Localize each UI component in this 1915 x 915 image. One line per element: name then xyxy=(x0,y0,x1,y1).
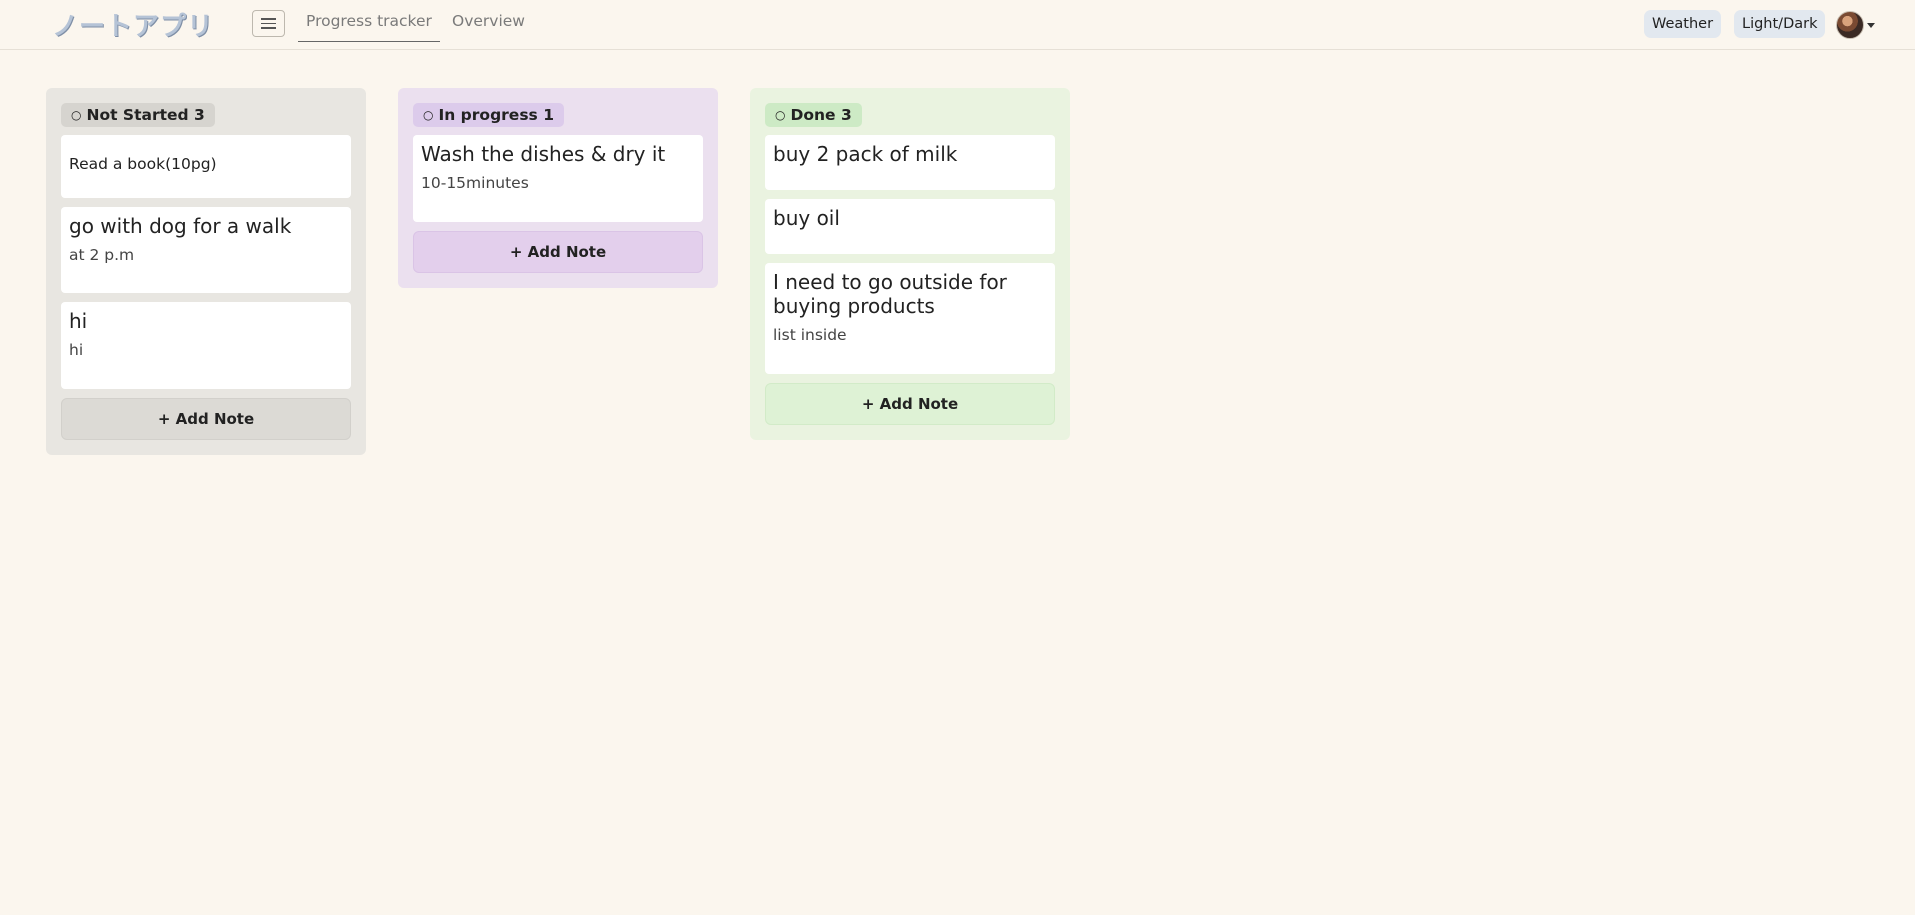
user-menu[interactable] xyxy=(1836,11,1875,39)
column-done: ○ Done 3 buy 2 pack of milk buy oil I ne… xyxy=(750,88,1070,440)
note-title: go with dog for a walk xyxy=(69,214,292,238)
note-card[interactable]: Read a book(10pg) xyxy=(61,135,351,198)
add-note-button[interactable]: + Add Note xyxy=(765,383,1055,425)
theme-toggle-button[interactable]: Light/Dark xyxy=(1734,10,1826,38)
caret-down-icon xyxy=(1867,22,1875,28)
menu-toggle-button[interactable] xyxy=(252,10,285,37)
note-title: buy oil xyxy=(773,206,840,230)
note-card[interactable]: I need to go outside for buying products… xyxy=(765,263,1055,374)
weather-button[interactable]: Weather xyxy=(1644,10,1722,38)
column-count: 1 xyxy=(543,106,554,124)
column-not-started: ○ Not Started 3 Read a book(10pg) go wit… xyxy=(46,88,366,455)
note-card[interactable]: go with dog for a walk at 2 p.m xyxy=(61,207,351,293)
note-card[interactable]: Wash the dishes & dry it 10-15minutes xyxy=(413,135,703,222)
status-badge: ○ Not Started 3 xyxy=(61,103,215,127)
add-note-button[interactable]: + Add Note xyxy=(61,398,351,440)
column-title: Not Started xyxy=(86,106,189,124)
column-title: In progress xyxy=(438,106,538,124)
status-circle-icon: ○ xyxy=(71,108,82,122)
app-logo[interactable]: ノートアプリ xyxy=(52,6,214,43)
note-title: Read a book(10pg) xyxy=(69,155,217,173)
note-title: Wash the dishes & dry it xyxy=(421,142,666,166)
note-body: hi xyxy=(69,341,84,359)
note-card[interactable]: buy 2 pack of milk xyxy=(765,135,1055,190)
note-card[interactable]: hi hi xyxy=(61,302,351,389)
note-body: list inside xyxy=(773,326,847,344)
status-circle-icon: ○ xyxy=(423,108,434,122)
tab-overview[interactable]: Overview xyxy=(452,12,525,30)
note-body: at 2 p.m xyxy=(69,246,135,264)
status-circle-icon: ○ xyxy=(775,108,786,122)
note-title: buy 2 pack of milk xyxy=(773,142,958,166)
hamburger-icon xyxy=(261,15,276,32)
top-navbar: ノートアプリ Progress tracker Overview Weather… xyxy=(0,0,1915,50)
note-title: I need to go outside for buying products xyxy=(773,270,1007,318)
note-card[interactable]: buy oil xyxy=(765,199,1055,254)
tab-progress-tracker[interactable]: Progress tracker xyxy=(298,12,440,42)
add-note-button[interactable]: + Add Note xyxy=(413,231,703,273)
column-title: Done xyxy=(790,106,836,124)
avatar xyxy=(1836,11,1864,39)
status-badge: ○ In progress 1 xyxy=(413,103,564,127)
column-in-progress: ○ In progress 1 Wash the dishes & dry it… xyxy=(398,88,718,288)
note-title: hi xyxy=(69,309,88,333)
column-count: 3 xyxy=(840,106,852,124)
note-body: 10-15minutes xyxy=(421,174,529,192)
status-badge: ○ Done 3 xyxy=(765,103,862,127)
column-count: 3 xyxy=(194,106,205,124)
